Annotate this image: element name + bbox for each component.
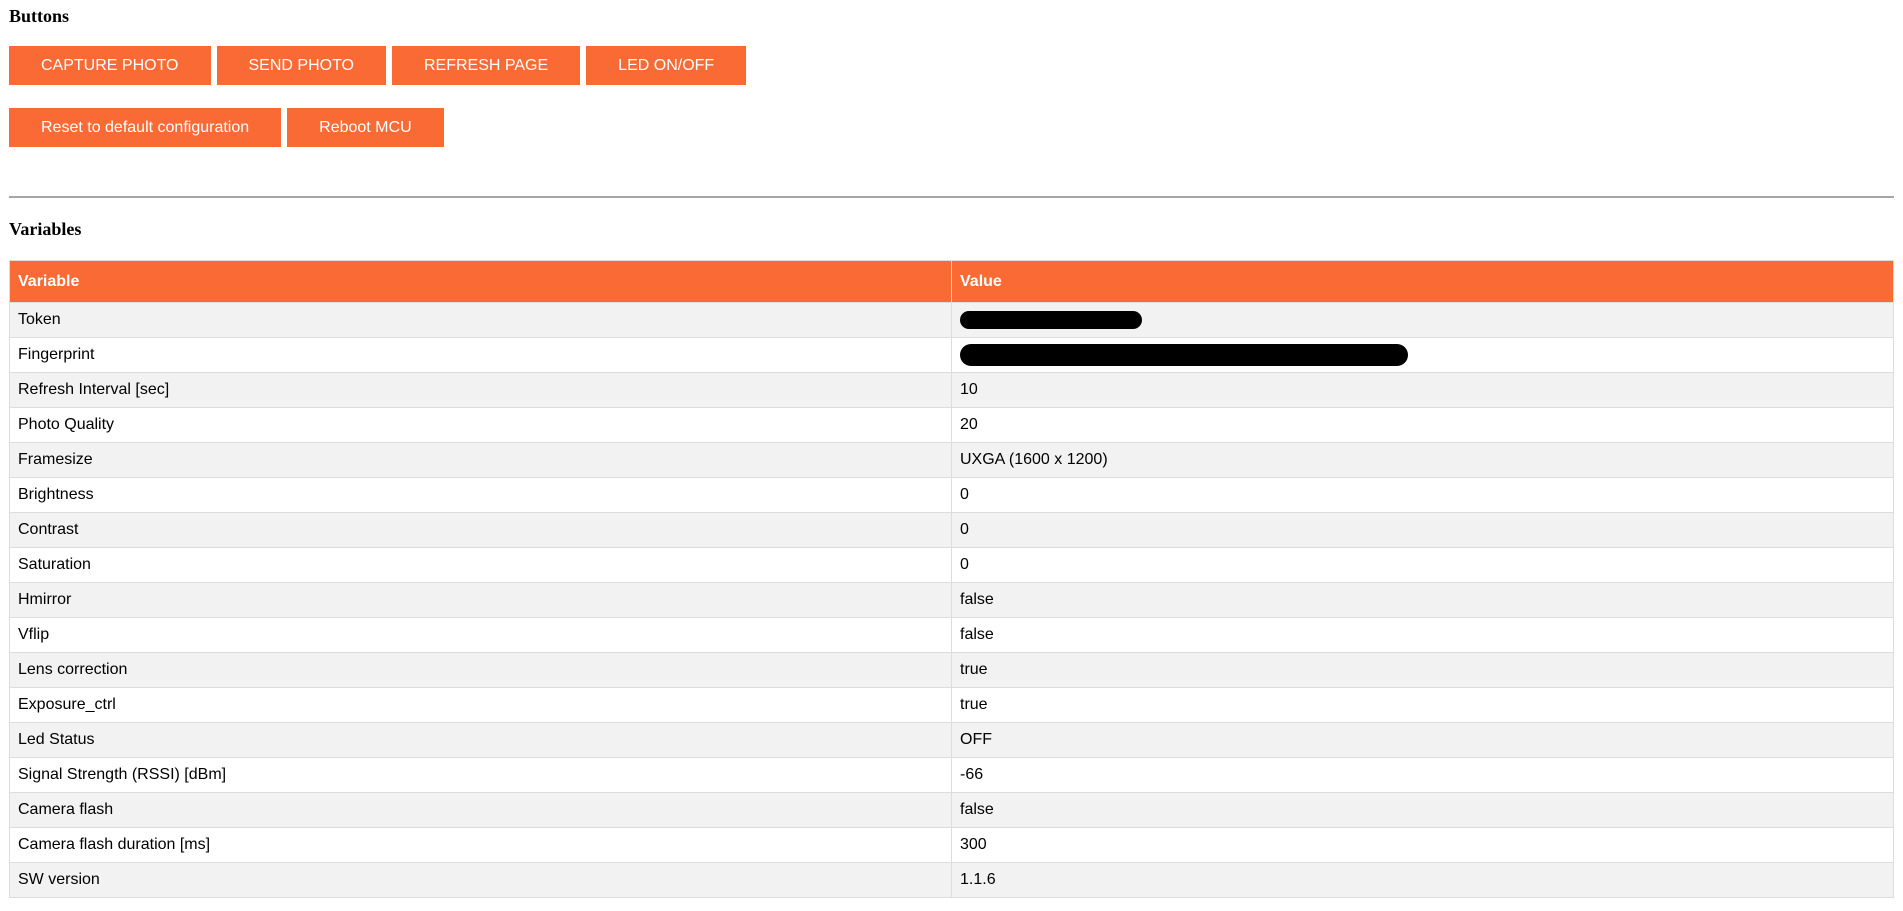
- variable-value: UXGA (1600 x 1200): [951, 442, 1894, 478]
- variable-name: Refresh Interval [sec]: [9, 372, 952, 408]
- section-divider: [9, 196, 1894, 198]
- variables-table: Variable Value Token Fingerprint Refresh…: [9, 260, 1894, 898]
- variable-name: Camera flash duration [ms]: [9, 827, 952, 863]
- variable-name: Signal Strength (RSSI) [dBm]: [9, 757, 952, 793]
- table-row: SW version 1.1.6: [9, 862, 1894, 898]
- variable-value: 0: [951, 512, 1894, 548]
- variable-name: Token: [9, 302, 952, 338]
- refresh-page-button[interactable]: REFRESH PAGE: [392, 46, 581, 85]
- variable-value: 0: [951, 547, 1894, 583]
- buttons-section-title: Buttons: [9, 6, 70, 26]
- variable-name: Vflip: [9, 617, 952, 653]
- variable-name: Saturation: [9, 547, 952, 583]
- variable-value: true: [951, 687, 1894, 723]
- button-row-secondary: Reset to default configuration Reboot MC…: [9, 108, 444, 147]
- variable-value: 10: [951, 372, 1894, 408]
- variable-value: true: [951, 652, 1894, 688]
- table-row: Saturation 0: [9, 547, 1894, 583]
- variable-name: Fingerprint: [9, 337, 952, 373]
- table-row: Signal Strength (RSSI) [dBm] -66: [9, 757, 1894, 793]
- button-row-primary: CAPTURE PHOTO SEND PHOTO REFRESH PAGE LE…: [9, 46, 747, 85]
- reboot-mcu-button[interactable]: Reboot MCU: [287, 108, 444, 147]
- variable-value: [951, 302, 1894, 338]
- value-column-header: Value: [951, 260, 1894, 303]
- variable-name: Contrast: [9, 512, 952, 548]
- table-row: Brightness 0: [9, 477, 1894, 513]
- variable-value: false: [951, 582, 1894, 618]
- variable-value: -66: [951, 757, 1894, 793]
- variables-section-title: Variables: [9, 219, 82, 239]
- variable-name: Hmirror: [9, 582, 952, 618]
- table-row: Token: [9, 302, 1894, 338]
- send-photo-button[interactable]: SEND PHOTO: [216, 46, 386, 85]
- table-row: Led Status OFF: [9, 722, 1894, 758]
- variable-name: Camera flash: [9, 792, 952, 828]
- reset-default-config-button[interactable]: Reset to default configuration: [9, 108, 282, 147]
- variable-column-header: Variable: [9, 260, 952, 303]
- variable-name: Framesize: [9, 442, 952, 478]
- table-row: Refresh Interval [sec] 10: [9, 372, 1894, 408]
- table-row: Exposure_ctrl true: [9, 687, 1894, 723]
- variable-value: [951, 337, 1894, 373]
- led-toggle-button[interactable]: LED ON/OFF: [586, 46, 747, 85]
- table-row: Vflip false: [9, 617, 1894, 653]
- variable-name: Exposure_ctrl: [9, 687, 952, 723]
- table-row: Framesize UXGA (1600 x 1200): [9, 442, 1894, 478]
- table-row: Contrast 0: [9, 512, 1894, 548]
- variable-value: false: [951, 792, 1894, 828]
- variable-name: Brightness: [9, 477, 952, 513]
- variable-value: OFF: [951, 722, 1894, 758]
- table-row: Fingerprint: [9, 337, 1894, 373]
- table-row: Hmirror false: [9, 582, 1894, 618]
- variable-value: 20: [951, 407, 1894, 443]
- table-row: Lens correction true: [9, 652, 1894, 688]
- table-row: Camera flash false: [9, 792, 1894, 828]
- variable-value: false: [951, 617, 1894, 653]
- variable-name: SW version: [9, 862, 952, 898]
- variable-name: Led Status: [9, 722, 952, 758]
- table-row: Photo Quality 20: [9, 407, 1894, 443]
- capture-photo-button[interactable]: CAPTURE PHOTO: [9, 46, 211, 85]
- table-row: Camera flash duration [ms] 300: [9, 827, 1894, 863]
- redaction-mark: [960, 344, 1408, 366]
- variable-name: Photo Quality: [9, 407, 952, 443]
- variable-name: Lens correction: [9, 652, 952, 688]
- redaction-mark: [960, 310, 1142, 329]
- table-header-row: Variable Value: [9, 260, 1894, 303]
- variable-value: 300: [951, 827, 1894, 863]
- variable-value: 1.1.6: [951, 862, 1894, 898]
- variable-value: 0: [951, 477, 1894, 513]
